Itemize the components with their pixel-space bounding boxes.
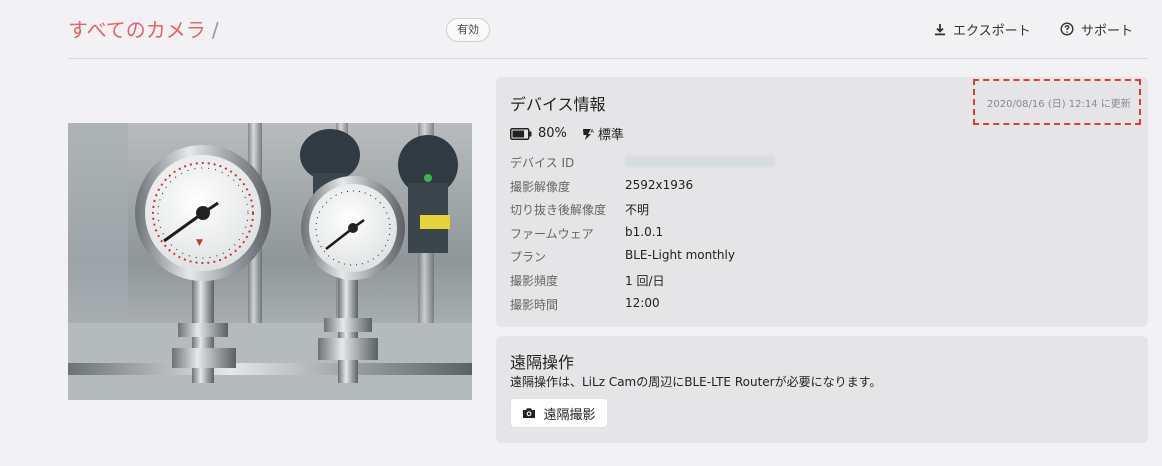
device-status-row: 80% A 標準 bbox=[510, 124, 624, 143]
power-mode: 標準 bbox=[597, 128, 624, 143]
updated-timestamp-highlight: 2020/08/16 (日) 12:14 に更新 bbox=[973, 79, 1141, 125]
help-circle-icon bbox=[1060, 22, 1074, 36]
info-value: b1.0.1 bbox=[625, 224, 664, 239]
info-label: ファームウェア bbox=[510, 226, 594, 241]
camera-snapshot-image: ▼ bbox=[68, 123, 472, 400]
svg-text:▼: ▼ bbox=[196, 238, 203, 248]
info-label: 撮影時間 bbox=[510, 297, 559, 312]
info-value: 12:00 bbox=[625, 295, 660, 310]
remote-control-title: 遠隔操作 bbox=[510, 353, 575, 372]
info-label: プラン bbox=[510, 250, 547, 265]
svg-text:A: A bbox=[590, 129, 594, 135]
battery-icon bbox=[510, 127, 532, 140]
page-header: すべてのカメラ / 有効 エクスポート サポート bbox=[68, 0, 1148, 59]
info-value: 2592x1936 bbox=[625, 177, 694, 192]
remote-control-card: 遠隔操作 遠隔操作は、LiLz Camの周辺にBLE-LTE Routerが必要… bbox=[496, 336, 1148, 443]
breadcrumb-separator: / bbox=[211, 18, 219, 42]
support-button[interactable]: サポート bbox=[1060, 18, 1133, 40]
status-badge: 有効 bbox=[446, 18, 490, 42]
battery-level: 80% bbox=[538, 126, 567, 141]
download-icon bbox=[935, 23, 945, 35]
updated-timestamp: 2020/08/16 (日) 12:14 に更新 bbox=[987, 99, 1131, 110]
device-id-redacted bbox=[625, 156, 775, 167]
info-label: 切り抜き後解像度 bbox=[510, 203, 607, 218]
export-label: エクスポート bbox=[953, 23, 1031, 39]
support-label: サポート bbox=[1081, 23, 1134, 39]
info-label: 撮影頻度 bbox=[510, 273, 559, 288]
info-value: 1 回/日 bbox=[625, 273, 665, 288]
remote-control-description: 遠隔操作は、LiLz Camの周辺にBLE-LTE Routerが必要になります… bbox=[510, 375, 882, 389]
info-value: BLE-Light monthly bbox=[625, 248, 735, 263]
export-button[interactable]: エクスポート bbox=[934, 18, 1031, 40]
camera-icon bbox=[523, 408, 536, 418]
bolt-icon: A bbox=[582, 128, 594, 140]
breadcrumb-all-cameras-link[interactable]: すべてのカメラ bbox=[68, 14, 206, 43]
device-info-title: デバイス情報 bbox=[510, 95, 606, 114]
info-label: 撮影解像度 bbox=[510, 179, 571, 194]
device-info-card: デバイス情報 2020/08/16 (日) 12:14 に更新 80% A 標準… bbox=[496, 77, 1148, 327]
info-value: 不明 bbox=[625, 203, 650, 218]
info-label: デバイス ID bbox=[510, 156, 575, 170]
pressure-gauges-photo: ▼ bbox=[68, 123, 472, 400]
breadcrumb: すべてのカメラ / bbox=[68, 14, 219, 43]
remote-capture-label: 遠隔撮影 bbox=[543, 407, 596, 423]
remote-capture-button[interactable]: 遠隔撮影 bbox=[510, 398, 608, 428]
